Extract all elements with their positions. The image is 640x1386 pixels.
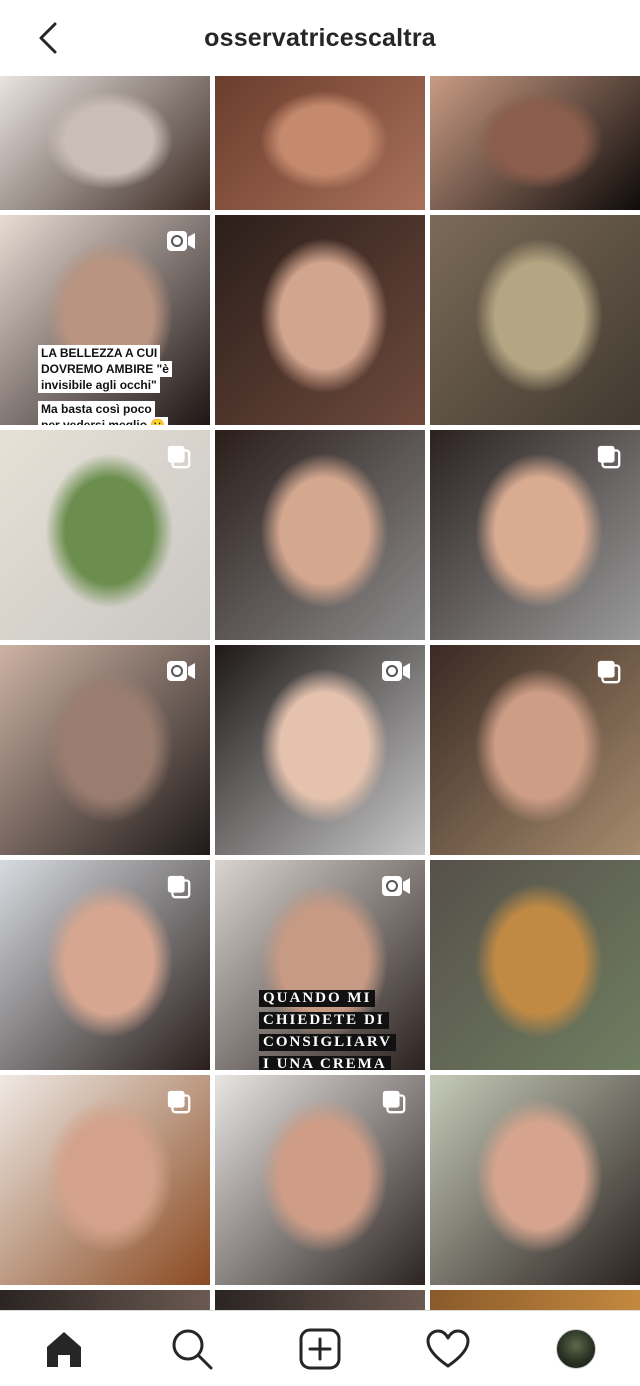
- caption-overlay-line: CHIEDETE DI: [259, 1012, 389, 1029]
- carousel-icon: [166, 1089, 196, 1115]
- post-thumbnail[interactable]: [0, 1290, 210, 1310]
- add-post-icon: [299, 1328, 341, 1369]
- post-thumbnail[interactable]: [430, 1290, 640, 1310]
- post-thumbnail[interactable]: [0, 645, 210, 855]
- post-thumbnail[interactable]: [0, 76, 210, 210]
- carousel-icon: [166, 874, 196, 900]
- caption-overlay-line: I UNA CREMA: [259, 1056, 391, 1070]
- post-thumbnail[interactable]: [0, 430, 210, 640]
- post-thumbnail[interactable]: QUANDO MI CHIEDETE DI CONSIGLIARV I UNA CRE…: [215, 860, 425, 1070]
- post-thumbnail[interactable]: [0, 860, 210, 1070]
- post-thumbnail[interactable]: [430, 1075, 640, 1285]
- video-icon: [381, 874, 411, 900]
- tab-search[interactable]: [162, 1319, 222, 1379]
- post-thumbnail[interactable]: [430, 215, 640, 425]
- caption-overlay-line: DOVREMO AMBIRE "è: [38, 361, 172, 377]
- posts-grid: LA BELLEZZA A CUI DOVREMO AMBIRE "è invisi…: [0, 76, 640, 1310]
- caption-overlay-line: CONSIGLIARV: [259, 1034, 396, 1051]
- tab-activity[interactable]: [418, 1319, 478, 1379]
- post-thumbnail[interactable]: [215, 1290, 425, 1310]
- caption-overlay-line: per vedersi meglio 🙂: [38, 417, 169, 425]
- video-icon: [166, 229, 196, 255]
- caption-overlay-line: LA BELLEZZA A CUI: [38, 345, 161, 361]
- post-thumbnail[interactable]: [430, 430, 640, 640]
- carousel-icon: [166, 444, 196, 470]
- carousel-icon: [596, 659, 626, 685]
- post-thumbnail[interactable]: [430, 645, 640, 855]
- video-icon: [166, 659, 196, 685]
- post-thumbnail[interactable]: [215, 215, 425, 425]
- search-icon: [172, 1329, 213, 1369]
- home-icon: [47, 1331, 81, 1367]
- caption-overlay-line: invisibile agli occhi": [38, 377, 160, 393]
- post-thumbnail[interactable]: [215, 1075, 425, 1285]
- chevron-left-icon: [39, 22, 57, 54]
- carousel-icon: [381, 1089, 411, 1115]
- profile-username-title: osservatricescaltra: [204, 23, 436, 52]
- post-thumbnail[interactable]: LA BELLEZZA A CUI DOVREMO AMBIRE "è invisi…: [0, 215, 210, 425]
- top-nav-bar: osservatricescaltra: [0, 0, 640, 76]
- heart-icon: [426, 1329, 470, 1367]
- post-thumbnail[interactable]: [215, 430, 425, 640]
- post-thumbnail[interactable]: [215, 76, 425, 210]
- carousel-icon: [596, 444, 626, 470]
- post-thumbnail[interactable]: [430, 860, 640, 1070]
- back-button[interactable]: [26, 18, 70, 58]
- caption-overlay-line: Ma basta così poco: [38, 401, 155, 417]
- tab-home[interactable]: [34, 1319, 94, 1379]
- post-thumbnail[interactable]: [0, 1075, 210, 1285]
- tab-profile[interactable]: [546, 1319, 606, 1379]
- video-icon: [381, 659, 411, 685]
- profile-avatar: [556, 1328, 596, 1369]
- caption-overlay-line: QUANDO MI: [259, 990, 376, 1007]
- post-thumbnail[interactable]: [430, 76, 640, 210]
- post-thumbnail[interactable]: [215, 645, 425, 855]
- bottom-tab-bar: [0, 1310, 640, 1386]
- tab-new-post[interactable]: [290, 1319, 350, 1379]
